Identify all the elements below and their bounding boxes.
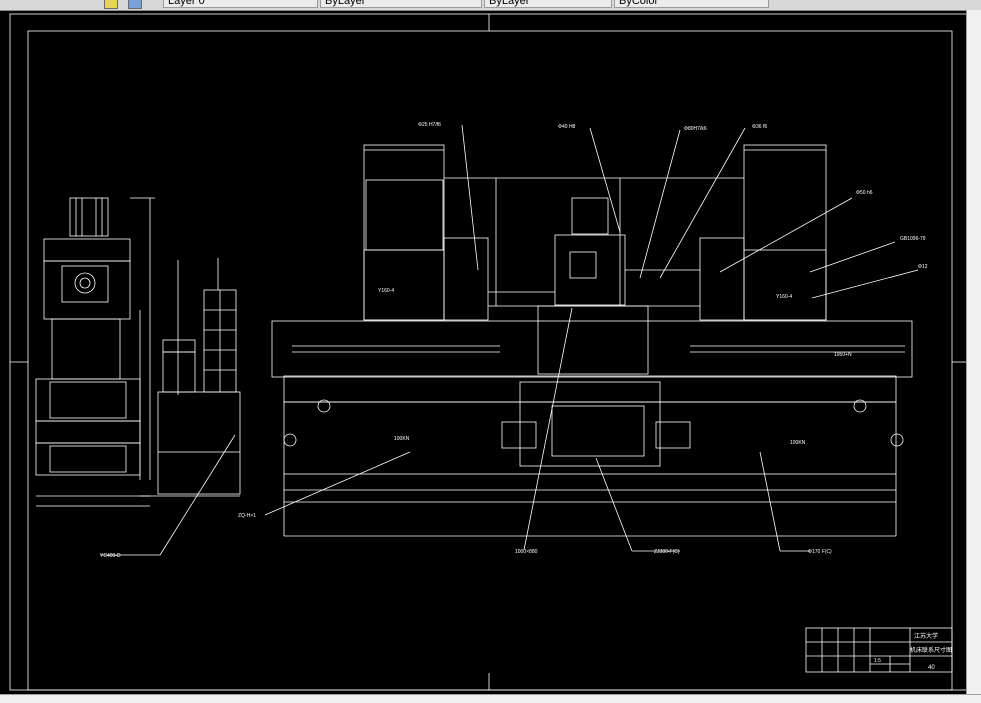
callout-right-small: Φ12 (918, 264, 928, 270)
side-view (35, 197, 241, 556)
callout-middle-bottom: ZJ300-F(C) (654, 549, 680, 555)
layer-icon[interactable] (128, 0, 142, 9)
bed-right-label: 100KN (790, 440, 806, 446)
callout-top-left: Φ25 H7/f6 (418, 122, 441, 128)
layer-dropdown[interactable]: Layer 0 (163, 0, 318, 8)
callout-left-leader: ZQ-H×1 (238, 513, 256, 519)
color-dropdown[interactable]: ByLayer (320, 0, 482, 8)
vertical-scrollbar[interactable] (966, 10, 981, 694)
callout-right-mid: GB1096-79 (900, 236, 926, 242)
title-drawing-name: 机床联系尺寸图 (910, 646, 952, 654)
bed-left-label: 100KN (394, 436, 410, 442)
callout-center-bottom: 1000×880 (515, 549, 538, 555)
callout-top-mid2: Φ80H7/k6 (684, 126, 707, 132)
title-scale: 1:5 (874, 658, 881, 664)
linetype-dropdown[interactable]: ByLayer (484, 0, 612, 8)
rail-label: 1950+N (834, 352, 852, 358)
pencil-icon[interactable] (104, 0, 118, 9)
title-sheet-no: 40 (928, 665, 935, 671)
plotstyle-dropdown[interactable]: ByColor (614, 0, 769, 8)
front-view (264, 124, 919, 552)
title-school: 江苏大学 (914, 632, 938, 640)
callout-top-right: Φ36 f6 (752, 124, 767, 130)
motor-left-label: Y160-4 (378, 288, 394, 294)
callout-right-top: Φ50 h6 (856, 190, 873, 196)
motor-right-label: Y160-4 (776, 294, 792, 300)
callout-left-bottom: YC400-D (100, 553, 121, 559)
callout-top-mid: Φ40 H8 (558, 124, 576, 130)
inner-border (27, 30, 953, 691)
horizontal-scrollbar[interactable] (0, 694, 981, 703)
callout-right-bottom: Φ170 F(C) (808, 549, 832, 555)
drawing-canvas[interactable]: ZQ-H×1 YC400-D 1000×880 ZJ300-F(C) Φ170 … (0, 10, 966, 694)
